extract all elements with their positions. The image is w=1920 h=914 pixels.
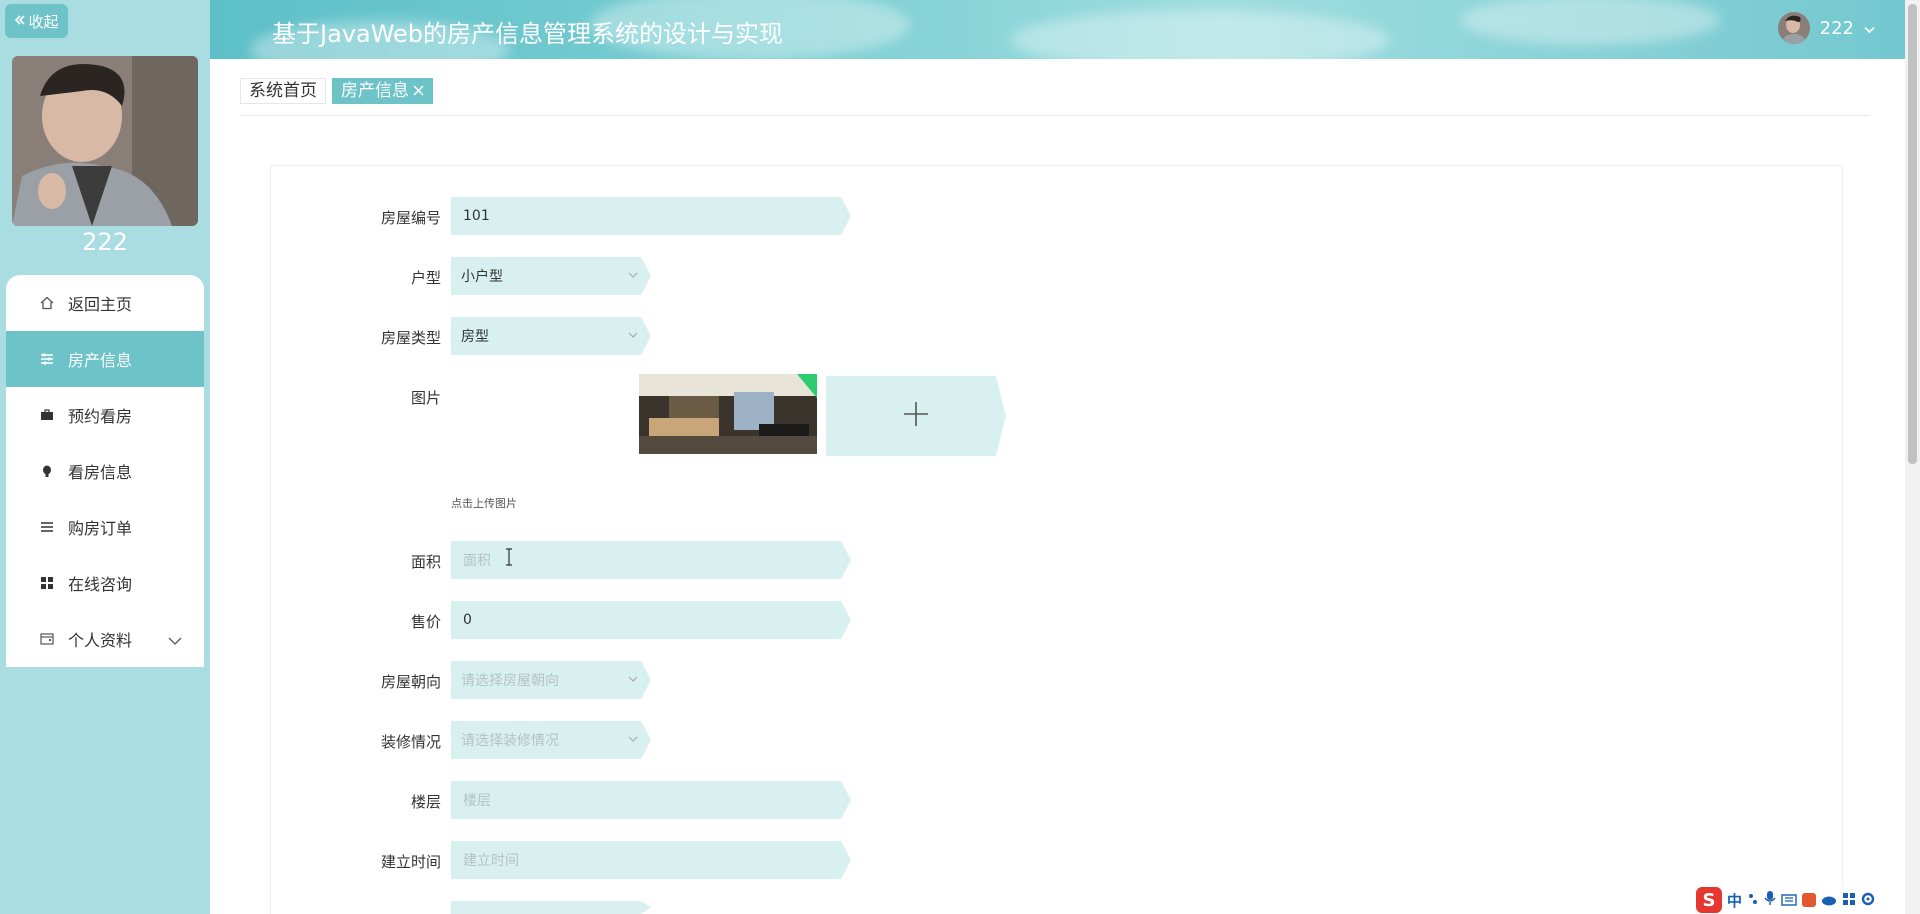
- microphone-icon[interactable]: [1764, 890, 1776, 910]
- sidebar-item-label: 房产信息: [68, 351, 133, 370]
- sidebar-item-label: 预约看房: [68, 407, 133, 426]
- ime-language[interactable]: 中: [1727, 890, 1742, 911]
- sidebar-item-label: 在线咨询: [68, 575, 133, 594]
- tab-home[interactable]: 系统首页: [240, 78, 326, 104]
- home-icon: [38, 294, 56, 312]
- punctuation-icon[interactable]: [1747, 891, 1759, 910]
- ime-toolbar: S 中: [1692, 886, 1905, 914]
- cloud-icon[interactable]: [1821, 891, 1837, 910]
- tabs-divider: [240, 115, 1870, 116]
- sidebar-item-property-info[interactable]: 房产信息: [6, 331, 204, 387]
- sidebar-menu: 返回主页 房产信息 预约看房 看房信息 购房订单 在线咨询 个人资料: [6, 275, 204, 667]
- decoration-label: 装修情况: [380, 733, 441, 751]
- grid-icon: [38, 574, 56, 592]
- app-title: 基于JavaWeb的房产信息管理系统的设计与实现: [272, 20, 784, 48]
- layout-select[interactable]: 小户型: [451, 257, 651, 295]
- sidebar-username: 222: [82, 228, 128, 256]
- wallet-icon: [38, 630, 56, 648]
- orientation-label: 房屋朝向: [380, 673, 441, 691]
- sidebar-item-label: 看房信息: [68, 463, 133, 482]
- sliders-icon: [38, 350, 56, 368]
- layout-value: 小户型: [461, 269, 503, 285]
- chevron-down-icon: [627, 269, 639, 285]
- page-scrollbar[interactable]: [1905, 0, 1920, 914]
- double-chevron-left-icon: [14, 12, 26, 30]
- chevron-down-icon: [1864, 18, 1875, 39]
- tab-property-info[interactable]: 房产信息: [332, 78, 433, 104]
- decoration-select[interactable]: 请选择装修情况: [451, 721, 651, 759]
- avatar: [1777, 12, 1810, 44]
- header-username: 222: [1819, 17, 1854, 39]
- skin-icon[interactable]: [1802, 893, 1817, 907]
- price-label: 售价: [410, 613, 441, 631]
- sidebar-item-online-consult[interactable]: 在线咨询: [6, 555, 204, 611]
- house-type-select[interactable]: 房型: [451, 317, 651, 355]
- chevron-down-icon: [627, 673, 639, 689]
- close-icon[interactable]: [413, 79, 424, 103]
- floor-label: 楼层: [410, 793, 441, 811]
- tab-label: 房产信息: [341, 81, 409, 101]
- decoration-placeholder: 请选择装修情况: [461, 733, 559, 749]
- built-time-input[interactable]: 建立时间: [451, 841, 851, 879]
- upload-tip: 点击上传图片: [451, 497, 517, 510]
- user-menu[interactable]: 222: [1777, 12, 1875, 44]
- scrollbar-thumb[interactable]: [1908, 4, 1917, 464]
- chevron-down-icon: [627, 329, 639, 345]
- chevron-down-icon: [168, 631, 182, 650]
- sidebar-item-label: 购房订单: [68, 519, 133, 538]
- sidebar-item-viewing-appointment[interactable]: 预约看房: [6, 387, 204, 443]
- keyboard-icon[interactable]: [1781, 891, 1797, 910]
- area-label: 面积: [410, 553, 441, 571]
- uploaded-house-image[interactable]: [639, 374, 817, 454]
- breadcrumb-tabs: 系统首页 房产信息: [240, 78, 433, 104]
- settings-icon[interactable]: [1861, 891, 1875, 910]
- next-field-select[interactable]: [451, 901, 651, 914]
- floor-input[interactable]: 楼层: [451, 781, 851, 819]
- list-icon: [38, 518, 56, 536]
- sidebar-item-label: 返回主页: [68, 295, 133, 314]
- orientation-placeholder: 请选择房屋朝向: [461, 673, 559, 689]
- sidebar-item-profile[interactable]: 个人资料: [6, 611, 204, 667]
- image-label: 图片: [410, 389, 441, 407]
- text-cursor-icon: [505, 548, 513, 566]
- sidebar-item-home[interactable]: 返回主页: [6, 275, 204, 331]
- built-time-label: 建立时间: [380, 853, 441, 871]
- sidebar-item-viewing-info[interactable]: 看房信息: [6, 443, 204, 499]
- profile-avatar: [12, 56, 198, 226]
- house-no-label: 房屋编号: [380, 209, 441, 227]
- plus-icon: [902, 400, 930, 432]
- sidebar: 收起 222 返回主页 房产信息 预约看房 看房信息 购房订单 在线咨询 个人资…: [0, 0, 210, 914]
- house-type-value: 房型: [461, 329, 489, 345]
- orientation-select[interactable]: 请选择房屋朝向: [451, 661, 651, 699]
- collapse-button[interactable]: 收起: [5, 4, 68, 38]
- upload-image-button[interactable]: [826, 376, 1006, 456]
- collapse-label: 收起: [28, 12, 59, 31]
- chevron-down-icon: [627, 733, 639, 749]
- grid-icon[interactable]: [1842, 891, 1856, 910]
- sogou-ime-icon[interactable]: S: [1696, 887, 1722, 913]
- briefcase-icon: [38, 406, 56, 424]
- layout-label: 户型: [410, 269, 441, 287]
- house-no-input[interactable]: 101: [451, 197, 851, 235]
- price-input[interactable]: 0: [451, 601, 851, 639]
- tab-label: 系统首页: [249, 81, 317, 101]
- bulb-icon: [38, 462, 56, 480]
- sidebar-item-purchase-orders[interactable]: 购房订单: [6, 499, 204, 555]
- house-type-label: 房屋类型: [380, 329, 441, 347]
- top-header: 基于JavaWeb的房产信息管理系统的设计与实现 222: [210, 0, 1905, 59]
- sidebar-item-label: 个人资料: [68, 631, 133, 650]
